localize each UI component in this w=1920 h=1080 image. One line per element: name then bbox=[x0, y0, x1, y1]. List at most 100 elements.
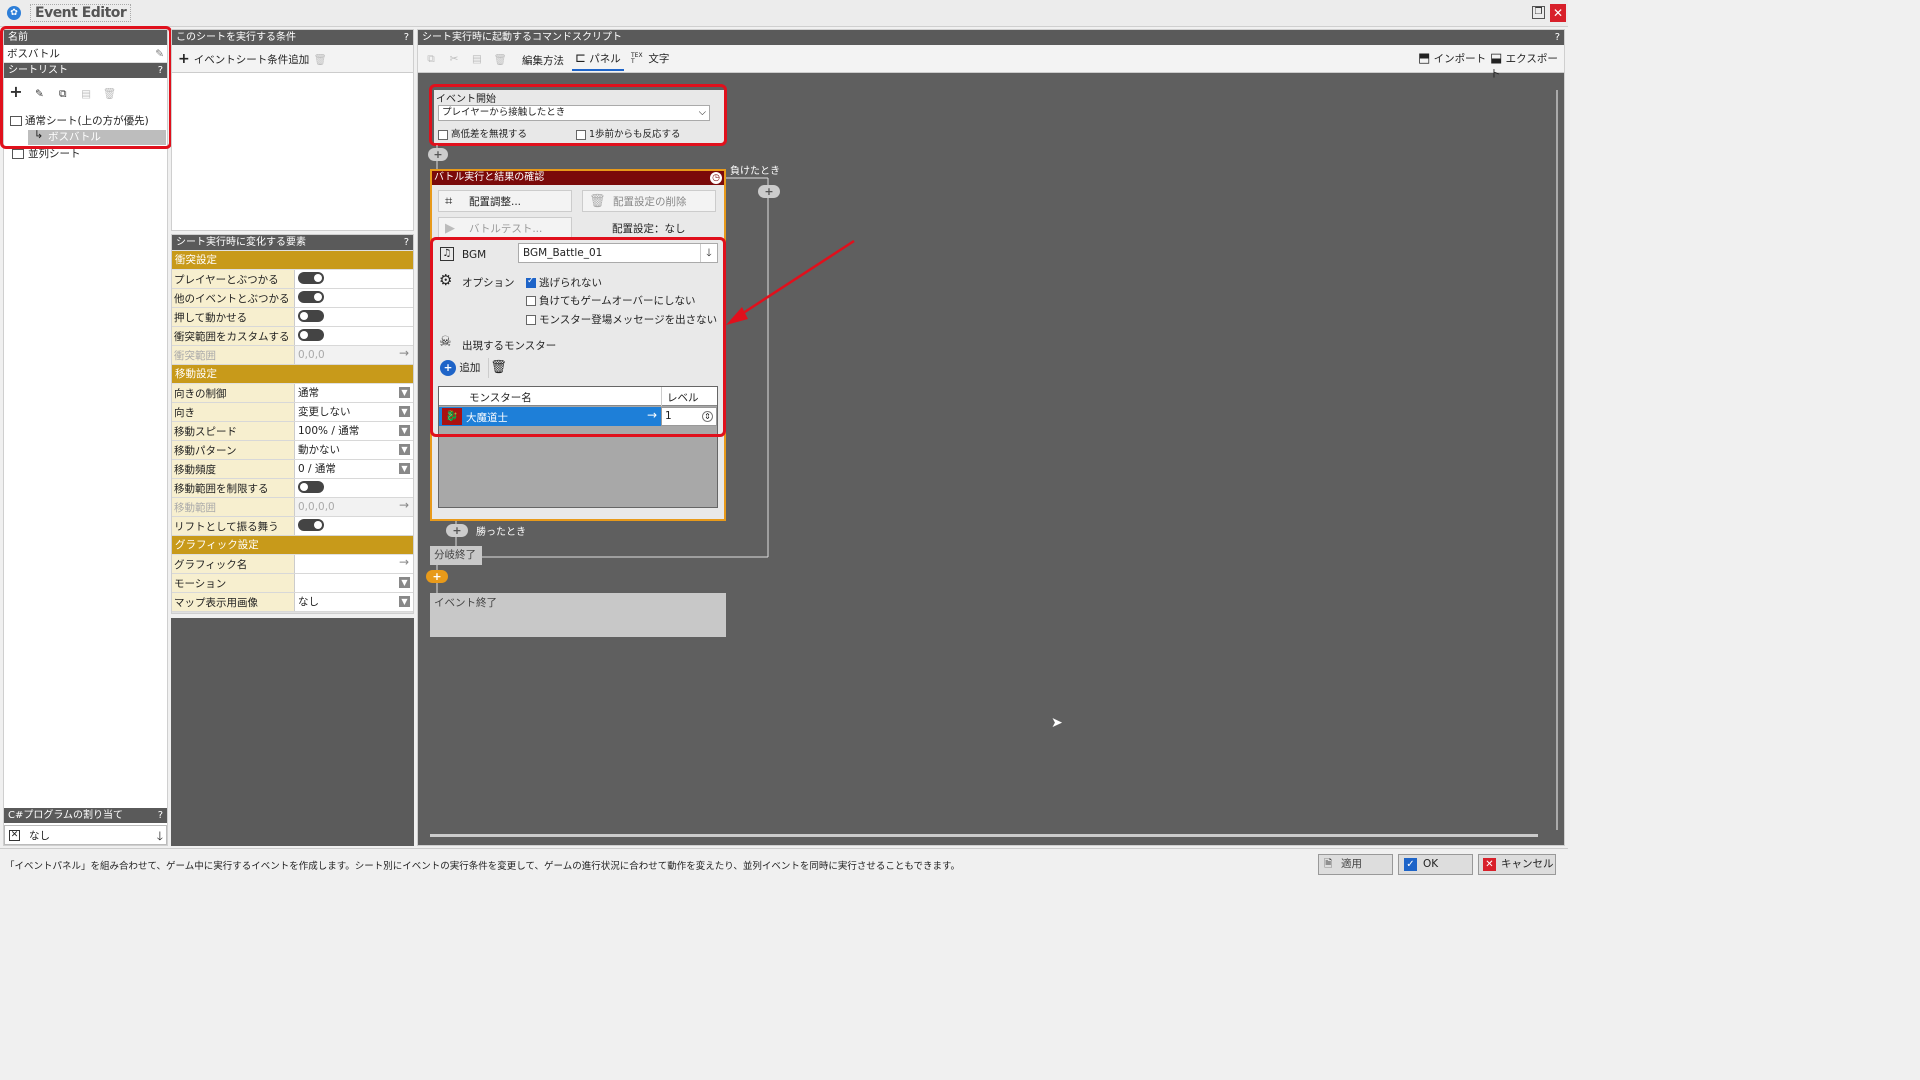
export-icon: ⬓ bbox=[1490, 51, 1503, 66]
paste-icon[interactable]: ▤ bbox=[76, 84, 96, 104]
help-icon[interactable]: ? bbox=[158, 63, 163, 78]
toggle-switch[interactable] bbox=[298, 519, 324, 531]
toggle-switch[interactable] bbox=[298, 272, 324, 284]
monster-table: モンスター名 レベル 🐉 大魔道士 → 1 ⇕ bbox=[438, 386, 718, 508]
prop-row-limit[interactable]: 移動範囲を制限する bbox=[172, 479, 413, 498]
dropdown-arrow-icon[interactable]: ▼ bbox=[399, 406, 410, 417]
add-monster-button[interactable]: + 追加 bbox=[440, 358, 480, 378]
level-stepper[interactable]: 1 ⇕ bbox=[661, 407, 717, 426]
trash-icon[interactable]: 🗑 bbox=[310, 49, 330, 69]
horizontal-scrollbar[interactable] bbox=[430, 834, 1538, 837]
tree-item-boss[interactable]: ↳ ボスバトル bbox=[28, 128, 166, 145]
bgm-label: BGM bbox=[462, 249, 487, 261]
csharp-select[interactable]: ✕ なし 🡓 bbox=[4, 825, 167, 845]
prop-row-pattern[interactable]: 移動パターン 動かない ▼ bbox=[172, 441, 413, 460]
add-node-icon[interactable]: + bbox=[426, 570, 448, 583]
add-node-icon[interactable]: + bbox=[758, 185, 780, 198]
stepper-icon[interactable]: ⇕ bbox=[702, 411, 713, 422]
cut-icon[interactable]: ✂ bbox=[444, 49, 464, 69]
arrow-right-icon[interactable]: → bbox=[399, 555, 409, 569]
app-icon: ✿ bbox=[7, 6, 21, 20]
restore-icon[interactable]: ❐ bbox=[1532, 6, 1545, 19]
prop-row-freq[interactable]: 移動頻度 0 / 通常 ▼ bbox=[172, 460, 413, 479]
toggle-switch[interactable] bbox=[298, 291, 324, 303]
layout-delete-button[interactable]: 🗑 配置設定の削除 bbox=[582, 190, 716, 212]
add-icon[interactable]: + bbox=[6, 81, 26, 101]
csharp-header: C#プログラムの割り当て? bbox=[4, 808, 167, 823]
bgm-select[interactable]: BGM_Battle_01 🡓 bbox=[518, 243, 718, 263]
no-message-checkbox[interactable]: モンスター登場メッセージを出さない bbox=[526, 312, 717, 327]
dropdown-arrow-icon[interactable]: ▼ bbox=[399, 444, 410, 455]
layout-setting-label: 配置設定：なし bbox=[612, 223, 686, 235]
no-escape-checkbox[interactable]: 逃げられない bbox=[526, 275, 602, 290]
import-button[interactable]: ⬒ インポート bbox=[1418, 51, 1486, 66]
help-icon[interactable]: ? bbox=[404, 30, 409, 45]
ok-button[interactable]: ✓ OK bbox=[1398, 854, 1473, 875]
no-gameover-checkbox[interactable]: 負けてもゲームオーバーにしない bbox=[526, 293, 696, 308]
dropdown-arrow-icon[interactable]: 🡓 bbox=[157, 826, 163, 846]
prop-row-gfx-name[interactable]: グラフィック名 → bbox=[172, 555, 413, 574]
branch-end-node[interactable]: 分岐終了 bbox=[430, 546, 482, 565]
dropdown-arrow-icon[interactable]: ▼ bbox=[399, 425, 410, 436]
pencil-icon[interactable]: ✎ bbox=[155, 45, 164, 63]
text-icon: TEXT bbox=[631, 52, 643, 65]
prop-row-pushable[interactable]: 押して動かせる bbox=[172, 308, 413, 327]
prop-row-lift[interactable]: リフトとして振る舞う bbox=[172, 517, 413, 536]
dropdown-arrow-icon[interactable]: 🡓 bbox=[700, 244, 717, 262]
dropdown-arrow-icon[interactable]: ▼ bbox=[399, 596, 410, 607]
toggle-switch[interactable] bbox=[298, 310, 324, 322]
prop-row-speed[interactable]: 移動スピード 100% / 通常 ▼ bbox=[172, 422, 413, 441]
prop-row-player-hit[interactable]: プレイヤーとぶつかる bbox=[172, 270, 413, 289]
panel-mode-button[interactable]: ⊏ パネル bbox=[572, 49, 624, 71]
delete-monster-button[interactable]: 🗑 bbox=[488, 358, 508, 378]
copy-icon[interactable]: ⧉ bbox=[421, 49, 441, 69]
vertical-scrollbar[interactable] bbox=[1556, 90, 1558, 830]
prop-row-event-hit[interactable]: 他のイベントとぶつかる bbox=[172, 289, 413, 308]
tree-item-parallel[interactable]: 並列シート bbox=[12, 147, 162, 162]
script-panel: シート実行時に起動するコマンドスクリプト? ⧉ ✂ ▤ 🗑 編集方法 ⊏ パネル… bbox=[417, 29, 1565, 846]
import-icon: ⬒ bbox=[1418, 51, 1431, 66]
prop-row-custom-range[interactable]: 衝突範囲をカスタムする bbox=[172, 327, 413, 346]
trash-icon[interactable]: 🗑 bbox=[99, 83, 119, 103]
apply-button[interactable]: 🗎 適用 bbox=[1318, 854, 1393, 875]
dropdown-arrow-icon[interactable]: ▼ bbox=[399, 577, 410, 588]
prop-row-motion[interactable]: モーション ▼ bbox=[172, 574, 413, 593]
dropdown-arrow-icon[interactable]: ▼ bbox=[399, 463, 410, 474]
battle-panel[interactable]: バトル実行と結果の確認 ◷ ⌗ 配置調整... 🗑 配置設定の削除 ▶ バトルテスト.… bbox=[430, 169, 726, 521]
prop-row-dir-control[interactable]: 向きの制御 通常 ▼ bbox=[172, 384, 413, 403]
prop-row-map-image[interactable]: マップ表示用画像 なし ▼ bbox=[172, 593, 413, 612]
arrow-right-icon[interactable]: → bbox=[647, 408, 657, 422]
sheet-icon bbox=[10, 116, 22, 126]
parallel-sheet-icon bbox=[12, 149, 24, 159]
toggle-switch[interactable] bbox=[298, 329, 324, 341]
dropdown-arrow-icon[interactable]: ▼ bbox=[399, 387, 410, 398]
battle-test-button[interactable]: ▶ バトルテスト... bbox=[438, 217, 572, 239]
conditions-panel: このシートを実行する条件? + イベントシート条件追加 🗑 bbox=[171, 29, 414, 231]
check-icon: ✓ bbox=[1404, 858, 1417, 871]
help-icon[interactable]: ? bbox=[1555, 30, 1560, 45]
cancel-button[interactable]: ✕ キャンセル bbox=[1478, 854, 1556, 875]
monster-thumb: 🐉 bbox=[442, 408, 462, 425]
add-node-icon[interactable]: + bbox=[446, 524, 468, 537]
copy-icon[interactable]: ⧉ bbox=[53, 84, 73, 104]
add-condition-button[interactable]: + イベントシート条件追加 bbox=[178, 50, 309, 68]
layout-adjust-button[interactable]: ⌗ 配置調整... bbox=[438, 190, 572, 212]
event-end-node[interactable]: イベント終了 bbox=[430, 593, 726, 637]
script-canvas[interactable]: イベント開始 プレイヤーから接触したとき ⌵ 高低差を無視する 1歩前からも反応… bbox=[418, 75, 1550, 827]
pencil-icon[interactable]: ✎ bbox=[29, 84, 49, 104]
help-icon[interactable]: ? bbox=[404, 235, 409, 250]
paste-icon[interactable]: ▤ bbox=[467, 49, 487, 69]
toggle-switch[interactable] bbox=[298, 481, 324, 493]
name-field[interactable]: ボスバトル ✎ bbox=[4, 45, 167, 63]
add-node-icon[interactable]: + bbox=[428, 148, 448, 161]
help-icon[interactable]: ? bbox=[158, 808, 163, 823]
conditions-header: このシートを実行する条件? bbox=[172, 30, 413, 45]
play-icon: ▶ bbox=[445, 221, 455, 236]
prop-row-dir[interactable]: 向き 変更しない ▼ bbox=[172, 403, 413, 422]
monster-icon: ☠ bbox=[439, 334, 452, 350]
table-row[interactable]: 🐉 大魔道士 → 1 ⇕ bbox=[439, 407, 717, 426]
text-mode-button[interactable]: TEXT 文字 bbox=[628, 49, 672, 71]
trash-icon[interactable]: 🗑 bbox=[490, 49, 510, 69]
close-icon[interactable]: ✕ bbox=[1550, 4, 1566, 22]
tree-branch-icon: ↳ bbox=[34, 128, 44, 141]
